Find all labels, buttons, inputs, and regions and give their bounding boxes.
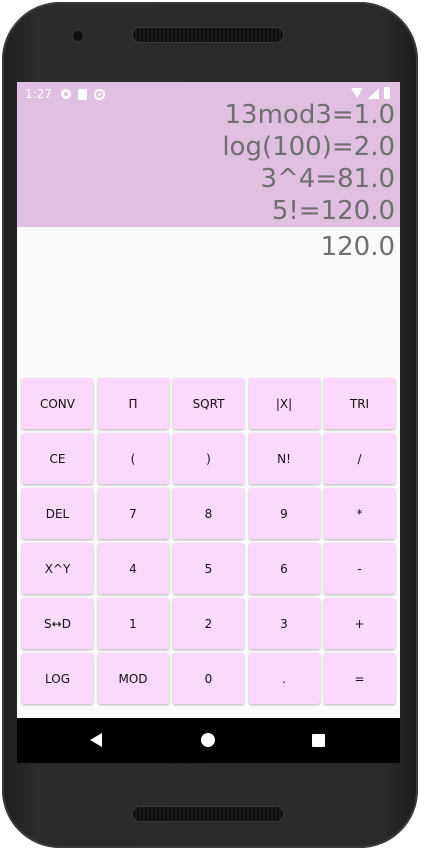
clear-entry-button[interactable]: CE <box>22 433 93 484</box>
home-icon[interactable] <box>201 733 215 747</box>
digit-8-button[interactable]: 8 <box>173 488 244 539</box>
back-icon[interactable] <box>90 733 102 747</box>
sync-icon <box>93 88 105 100</box>
digit-2-button[interactable]: 2 <box>173 598 244 649</box>
history-list: 13mod3=1.0 log(100)=2.0 3^4=81.0 5!=120.… <box>222 99 395 227</box>
signal-icon <box>368 87 379 99</box>
keypad: CONV Π SQRT |X| TRI CE ( ) N! / DEL 7 8 … <box>22 378 395 709</box>
app-screen: 13mod3=1.0 log(100)=2.0 3^4=81.0 5!=120.… <box>17 82 400 763</box>
navigation-bar <box>17 718 400 763</box>
status-time: 1:27 <box>25 87 52 101</box>
close-paren-button[interactable]: ) <box>173 433 244 484</box>
sd-card-icon <box>77 88 87 100</box>
digit-5-button[interactable]: 5 <box>173 543 244 594</box>
add-button[interactable]: + <box>324 598 395 649</box>
power-button[interactable]: X^Y <box>22 543 93 594</box>
abs-button[interactable]: |X| <box>248 378 320 429</box>
tri-button[interactable]: TRI <box>324 378 395 429</box>
sqrt-button[interactable]: SQRT <box>173 378 244 429</box>
pi-button[interactable]: Π <box>97 378 169 429</box>
earpiece-speaker <box>133 28 283 42</box>
history-line: 5!=120.0 <box>271 196 395 226</box>
wifi-icon <box>351 88 363 98</box>
history-line: log(100)=2.0 <box>222 132 395 162</box>
digit-0-button[interactable]: 0 <box>173 653 244 704</box>
digit-4-button[interactable]: 4 <box>97 543 169 594</box>
subtract-button[interactable]: - <box>324 543 395 594</box>
history-line: 3^4=81.0 <box>260 164 395 194</box>
digit-3-button[interactable]: 3 <box>248 598 320 649</box>
settings-icon <box>60 89 71 99</box>
decimal-point-button[interactable]: . <box>248 653 320 704</box>
phone-frame: 13mod3=1.0 log(100)=2.0 3^4=81.0 5!=120.… <box>0 0 421 851</box>
conv-button[interactable]: CONV <box>22 378 93 429</box>
divide-button[interactable]: / <box>324 433 395 484</box>
digit-7-button[interactable]: 7 <box>97 488 169 539</box>
recents-icon[interactable] <box>312 734 325 747</box>
front-camera <box>73 31 83 41</box>
digit-1-button[interactable]: 1 <box>97 598 169 649</box>
s-to-d-button[interactable]: S↔D <box>22 598 93 649</box>
bottom-speaker <box>133 807 283 821</box>
result-display: 120.0 <box>320 232 395 262</box>
log-button[interactable]: LOG <box>22 653 93 704</box>
open-paren-button[interactable]: ( <box>97 433 169 484</box>
digit-9-button[interactable]: 9 <box>248 488 320 539</box>
status-bar: 1:27 <box>17 82 400 106</box>
delete-button[interactable]: DEL <box>22 488 93 539</box>
digit-6-button[interactable]: 6 <box>248 543 320 594</box>
battery-icon <box>384 87 390 99</box>
factorial-button[interactable]: N! <box>248 433 320 484</box>
mod-button[interactable]: MOD <box>97 653 169 704</box>
multiply-button[interactable]: * <box>324 488 395 539</box>
equals-button[interactable]: = <box>324 653 395 704</box>
